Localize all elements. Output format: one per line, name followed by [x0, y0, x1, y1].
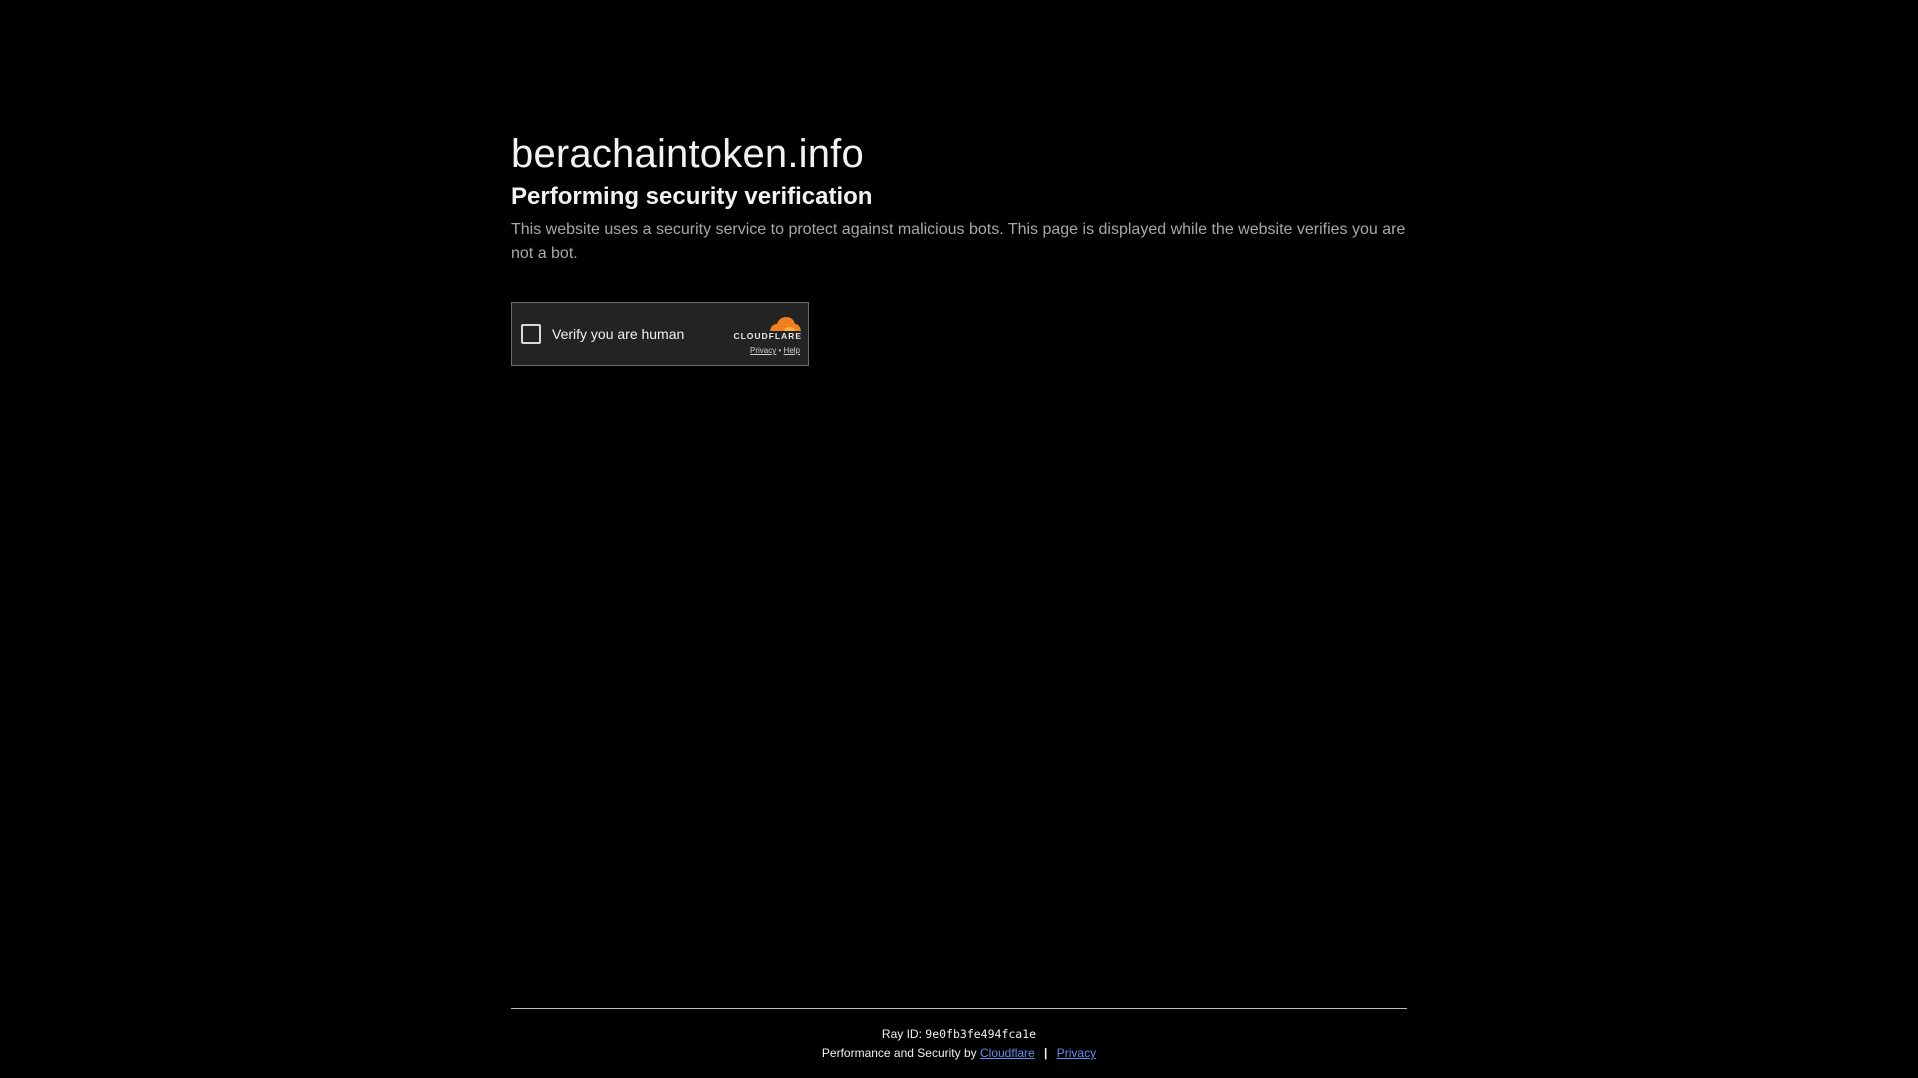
performance-line: Performance and Security by Cloudflare |…: [511, 1044, 1407, 1063]
widget-help-link[interactable]: Help: [784, 346, 800, 355]
turnstile-widget: Verify you are human CLOUDFLARE Privacy …: [511, 302, 809, 366]
verification-description: This website uses a security service to …: [511, 221, 1406, 262]
footer: Ray ID: 9e0fb3fe494fca1e Performance and…: [511, 1025, 1407, 1063]
performance-text: Performance and Security by: [821, 1046, 977, 1060]
widget-links: Privacy • Help: [750, 346, 800, 356]
footer-privacy-link[interactable]: Privacy: [1057, 1046, 1096, 1060]
ray-id-label: Ray ID:: [881, 1027, 922, 1041]
footer-separator: |: [1044, 1046, 1048, 1060]
verification-heading: Performing security verification: [511, 183, 873, 210]
cloudflare-wordmark: CLOUDFLARE: [733, 331, 802, 341]
widget-link-separator: •: [778, 346, 782, 355]
main-content: berachaintoken.info Performing security …: [511, 128, 1407, 266]
verify-checkbox[interactable]: [521, 324, 541, 344]
footer-divider: [511, 1008, 1407, 1009]
verify-label[interactable]: Verify you are human: [552, 325, 684, 343]
ray-id-value: 9e0fb3fe494fca1e: [925, 1027, 1037, 1041]
widget-privacy-link[interactable]: Privacy: [750, 346, 776, 355]
ray-id-line: Ray ID: 9e0fb3fe494fca1e: [511, 1025, 1407, 1044]
cloudflare-link[interactable]: Cloudflare: [980, 1046, 1035, 1060]
site-domain-title: berachaintoken.info: [511, 132, 864, 176]
